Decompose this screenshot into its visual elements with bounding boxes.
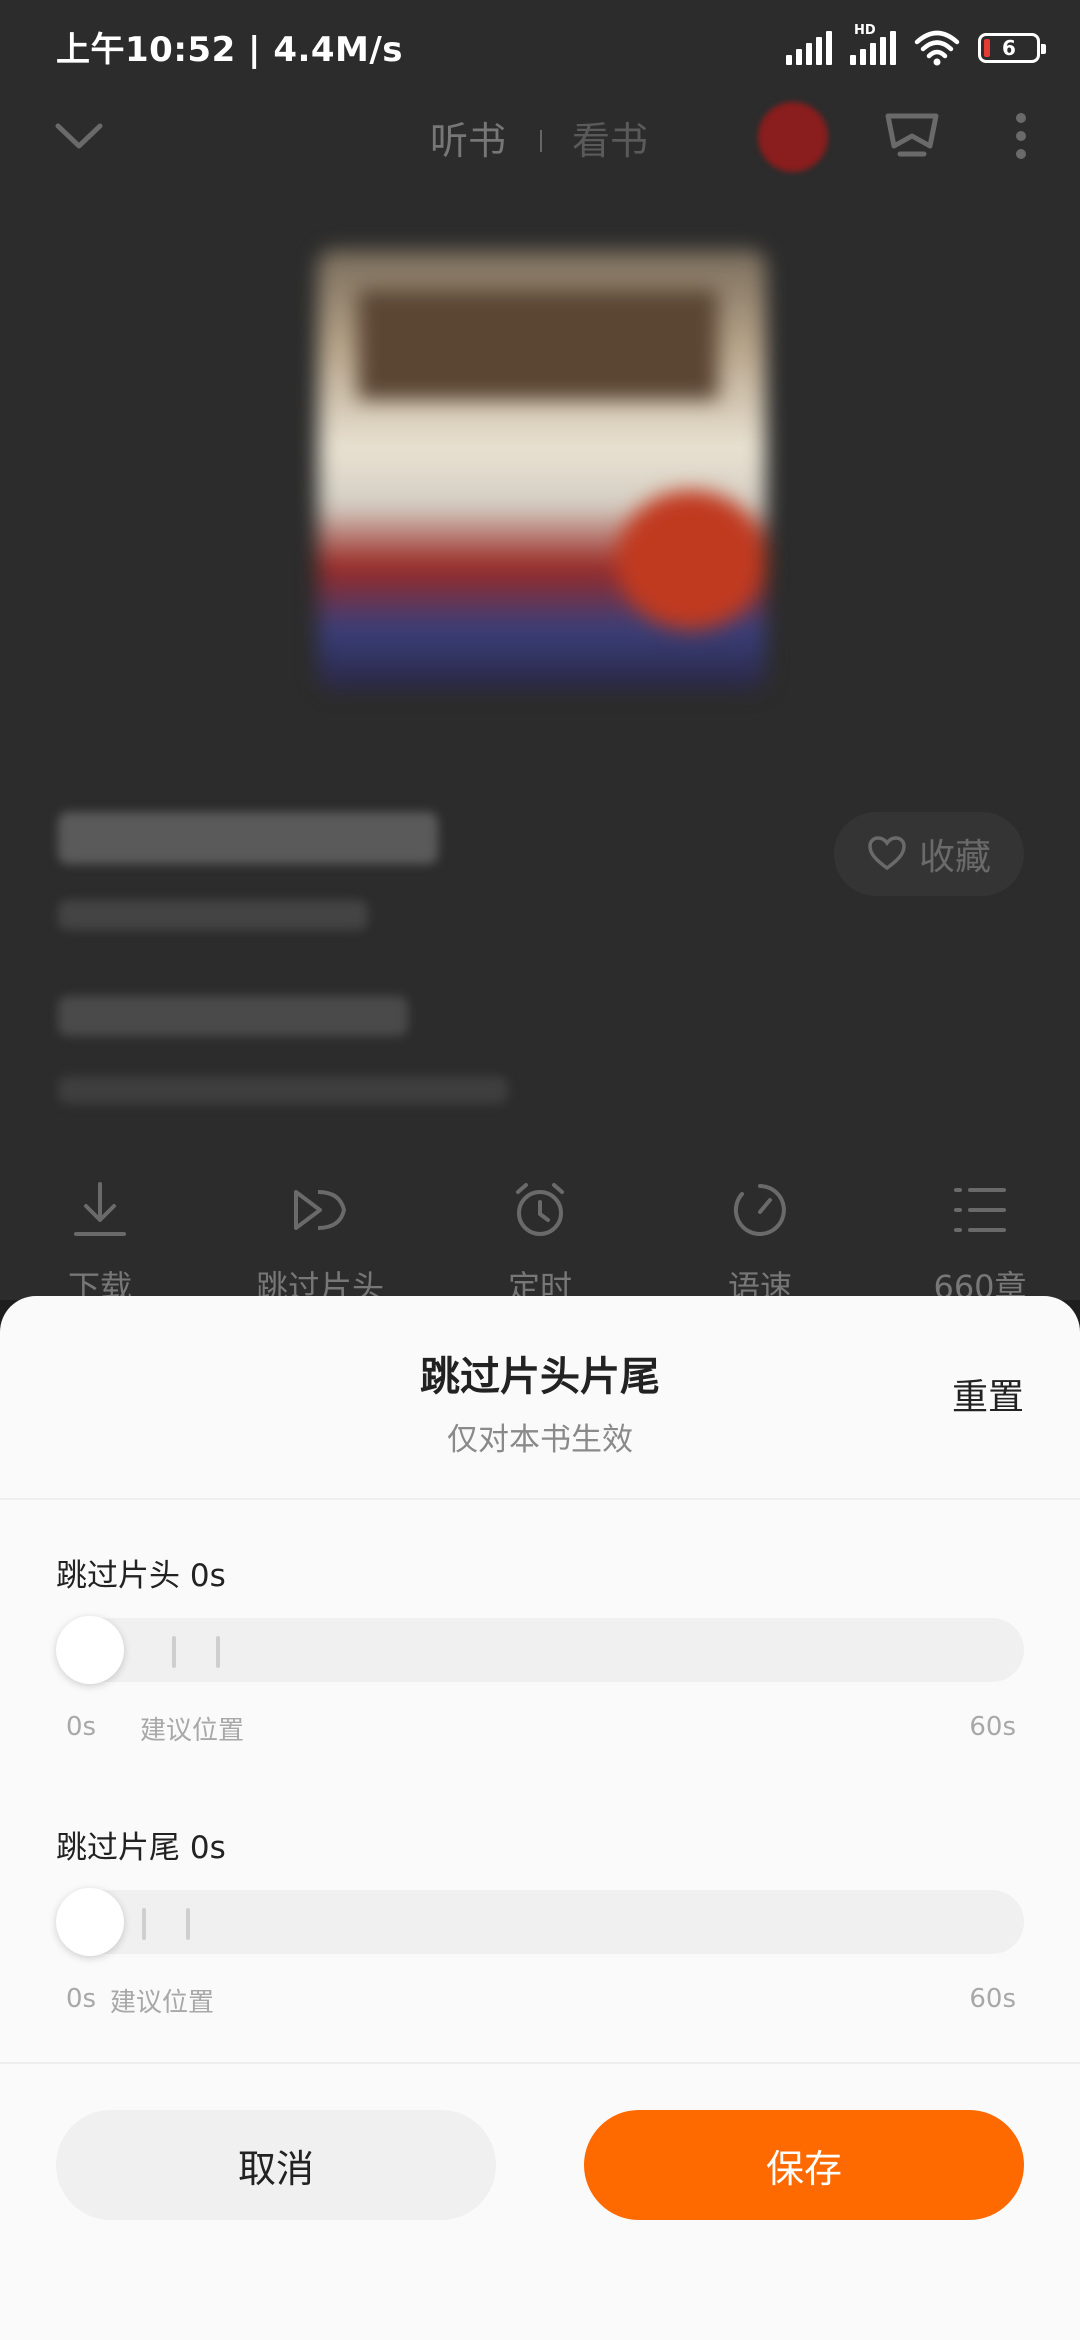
skip-outro-min-label: 0s (66, 1984, 97, 2014)
download-icon (74, 1182, 126, 1236)
battery-icon: 6 (978, 33, 1046, 63)
player-top-bar: 听书 看书 (0, 96, 1080, 184)
gamepad-icon[interactable] (880, 106, 944, 166)
skip-outro-max-label: 60s (969, 1984, 1016, 2014)
signal-hd-icon: HD (850, 23, 896, 65)
sheet-title: 跳过片头片尾 (420, 1354, 660, 1400)
action-chapters[interactable]: 660章 (890, 1180, 1070, 1308)
suggested-position-tick (172, 1636, 176, 1668)
action-skip-intro[interactable]: 跳过片头 (230, 1180, 410, 1308)
recording-indicator-icon[interactable] (758, 102, 828, 172)
chapter-list-icon (954, 1188, 1006, 1232)
more-options-icon[interactable] (1008, 110, 1034, 166)
tab-divider (540, 130, 542, 152)
cover-art-strip (358, 290, 718, 400)
sheet-subtitle: 仅对本书生效 (447, 1422, 633, 1458)
skip-outro-slider[interactable] (56, 1888, 1024, 1956)
divider (0, 2062, 1080, 2064)
progress-text-blurred (58, 1076, 508, 1104)
skip-intro-slider-thumb[interactable] (56, 1616, 124, 1684)
skip-outro-label: 跳过片尾 0s (56, 1830, 226, 1866)
player-actions-row: 下载 跳过片头 定时 语速 660章 (0, 1180, 1080, 1306)
battery-percent: 6 (1002, 36, 1016, 60)
skip-intro-min-label: 0s (66, 1712, 97, 1742)
favorite-label: 收藏 (918, 837, 991, 878)
skip-outro-suggested-label: 建议位置 (110, 1988, 215, 2018)
speed-dial-icon (733, 1184, 786, 1236)
suggested-position-tick (142, 1908, 146, 1940)
action-timer[interactable]: 定时 (450, 1180, 630, 1308)
cancel-button[interactable]: 取消 (56, 2110, 496, 2220)
skip-intro-suggested-label: 建议位置 (140, 1716, 245, 1746)
wifi-icon (914, 30, 960, 66)
alarm-clock-icon (516, 1183, 564, 1236)
skip-intro-outro-sheet: 跳过片头片尾 仅对本书生效 重置 跳过片头 0s 0s 建议位置 60s 跳过片… (0, 1296, 1080, 2340)
tab-read[interactable]: 看书 (572, 110, 648, 165)
skip-intro-slider[interactable] (56, 1616, 1024, 1684)
action-speed[interactable]: 语速 (670, 1180, 850, 1308)
cover-art-shape (616, 490, 766, 630)
book-cover-image (318, 250, 766, 690)
status-time-speed: 上午10:52 | 4.4M/s (56, 30, 404, 70)
chevron-down-icon[interactable] (52, 116, 106, 156)
skip-intro-icon (294, 1190, 347, 1230)
skip-outro-slider-thumb[interactable] (56, 1888, 124, 1956)
signal-icon (786, 31, 832, 65)
reset-button[interactable]: 重置 (952, 1368, 1024, 1420)
suggested-position-tick (216, 1636, 220, 1668)
save-button[interactable]: 保存 (584, 2110, 1024, 2220)
book-title-blurred (58, 812, 438, 864)
favorite-button[interactable]: 收藏 (834, 812, 1024, 896)
tab-listen[interactable]: 听书 (430, 110, 506, 165)
status-icons: HD 6 (786, 23, 1046, 70)
status-bar: 上午10:52 | 4.4M/s HD 6 (0, 0, 1080, 96)
skip-intro-max-label: 60s (969, 1712, 1016, 1742)
book-author-blurred (58, 900, 368, 930)
hd-label: HD (854, 23, 876, 38)
action-download[interactable]: 下载 (10, 1180, 190, 1308)
divider (0, 1498, 1080, 1500)
suggested-position-tick (186, 1908, 190, 1940)
skip-intro-label: 跳过片头 0s (56, 1558, 226, 1594)
chapter-title-blurred (58, 996, 408, 1036)
heart-icon (868, 836, 906, 871)
